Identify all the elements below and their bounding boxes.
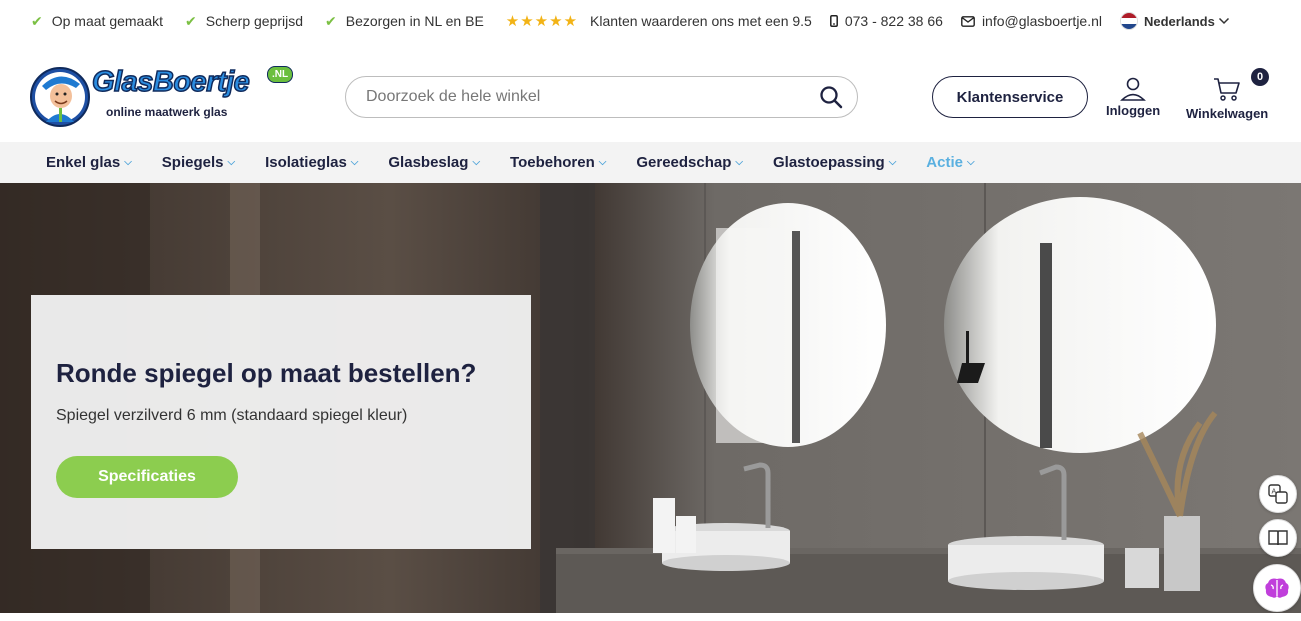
nav-label: Enkel glas (46, 154, 121, 171)
chevron-down-icon: ⌵ (227, 157, 236, 168)
logo-badge: .NL (267, 66, 294, 83)
customer-service-button[interactable]: Klantenservice (932, 76, 1088, 118)
brain-icon (1265, 578, 1289, 598)
nav-label: Glastoepassing (773, 154, 885, 171)
nav-label: Glasbeslag (388, 154, 469, 171)
hero-subtitle: Spiegel verzilverd 6 mm (standaard spieg… (56, 407, 408, 424)
search-bar (345, 76, 858, 118)
reader-button[interactable] (1259, 519, 1297, 557)
nav-item-glastoepassing[interactable]: Glastoepassing ⌵ (773, 154, 896, 171)
usp-label: Scherp geprijsd (205, 13, 304, 29)
nav-label: Gereedschap (636, 154, 732, 171)
header: GlasBoertje .NL online maatwerk glas Kla… (0, 42, 1301, 142)
chevron-down-icon: ⌵ (735, 157, 743, 168)
nav-label: Actie (926, 154, 963, 171)
svg-text:A: A (1272, 488, 1277, 496)
envelope-icon (961, 15, 975, 27)
dutch-flag-icon (1120, 12, 1138, 30)
nav-item-actie[interactable]: Actie ⌵ (926, 154, 974, 171)
language-label: Nederlands (1144, 13, 1215, 29)
logo[interactable]: GlasBoertje .NL online maatwerk glas (30, 64, 294, 130)
nav-item-isolatieglas[interactable]: Isolatieglas ⌵ (265, 154, 358, 171)
logo-text: GlasBoertje (91, 65, 250, 99)
email-link[interactable]: info@glasboertje.nl (961, 13, 1102, 29)
nav-item-toebehoren[interactable]: Toebehoren ⌵ (510, 154, 606, 171)
logo-tagline: online maatwerk glas (106, 105, 228, 119)
usp-label: Bezorgen in NL en BE (345, 13, 484, 29)
hero-promo-card: Ronde spiegel op maat bestellen? Spiegel… (31, 295, 531, 549)
phone-icon (829, 15, 838, 27)
top-bar: ✔ Op maat gemaakt ✔ Scherp geprijsd ✔ Be… (0, 0, 1301, 42)
chevron-down-icon (1218, 17, 1229, 25)
nav-item-gereedschap[interactable]: Gereedschap ⌵ (636, 154, 743, 171)
nav-item-glasbeslag[interactable]: Glasbeslag ⌵ (388, 154, 480, 171)
chevron-down-icon: ⌵ (598, 157, 607, 168)
ai-assistant-button[interactable] (1253, 564, 1301, 612)
email-address: info@glasboertje.nl (981, 13, 1102, 29)
cart-count-badge: 0 (1251, 68, 1270, 86)
chevron-down-icon: ⌵ (124, 157, 132, 168)
chevron-down-icon: ⌵ (350, 157, 359, 168)
rating-stars-icon: ★★★★★ (505, 13, 579, 30)
nav-label: Toebehoren (510, 154, 595, 171)
usp-item: ✔ Bezorgen in NL en BE (325, 13, 484, 30)
login-label: Inloggen (1106, 103, 1161, 118)
shopping-cart-icon (1214, 78, 1240, 101)
phone-link[interactable]: 073 - 822 38 66 (829, 13, 943, 29)
translate-button[interactable]: A (1259, 475, 1297, 513)
chevron-down-icon: ⌵ (888, 157, 897, 168)
usp-label: Op maat gemaakt (51, 13, 164, 29)
nav-label: Spiegels (161, 154, 224, 171)
nav-item-enkel-glas[interactable]: Enkel glas ⌵ (46, 154, 132, 171)
check-icon: ✔ (31, 12, 43, 29)
rating-text[interactable]: Klanten waarderen ons met een 9.5 (590, 13, 812, 29)
translate-icon: A (1268, 484, 1288, 504)
check-icon: ✔ (325, 12, 337, 29)
page-bottom-strip (0, 613, 1301, 621)
search-input[interactable] (366, 88, 819, 106)
nav-item-spiegels[interactable]: Spiegels ⌵ (162, 154, 235, 171)
phone-number: 073 - 822 38 66 (844, 13, 943, 29)
hero-banner: Ronde spiegel op maat bestellen? Spiegel… (0, 183, 1301, 613)
cart-button[interactable]: 0 Winkelwagen (1186, 68, 1270, 121)
book-icon (1268, 530, 1288, 546)
chevron-down-icon: ⌵ (966, 157, 975, 168)
main-navigation: Enkel glas ⌵ Spiegels ⌵ Isolatieglas ⌵ Glas… (0, 142, 1301, 183)
cart-label: Winkelwagen (1186, 106, 1269, 121)
chevron-down-icon: ⌵ (472, 157, 481, 168)
check-icon: ✔ (185, 12, 197, 29)
usp-item: ✔ Op maat gemaakt (31, 13, 163, 30)
usp-item: ✔ Scherp geprijsd (185, 13, 303, 30)
language-selector[interactable]: Nederlands (1120, 12, 1230, 30)
hero-title: Ronde spiegel op maat bestellen? (56, 358, 477, 388)
login-button[interactable]: Inloggen (1106, 76, 1160, 118)
user-icon (1120, 77, 1147, 101)
nav-label: Isolatieglas (265, 154, 347, 171)
search-icon[interactable] (819, 85, 843, 109)
specifications-button[interactable]: Specificaties (56, 456, 238, 498)
